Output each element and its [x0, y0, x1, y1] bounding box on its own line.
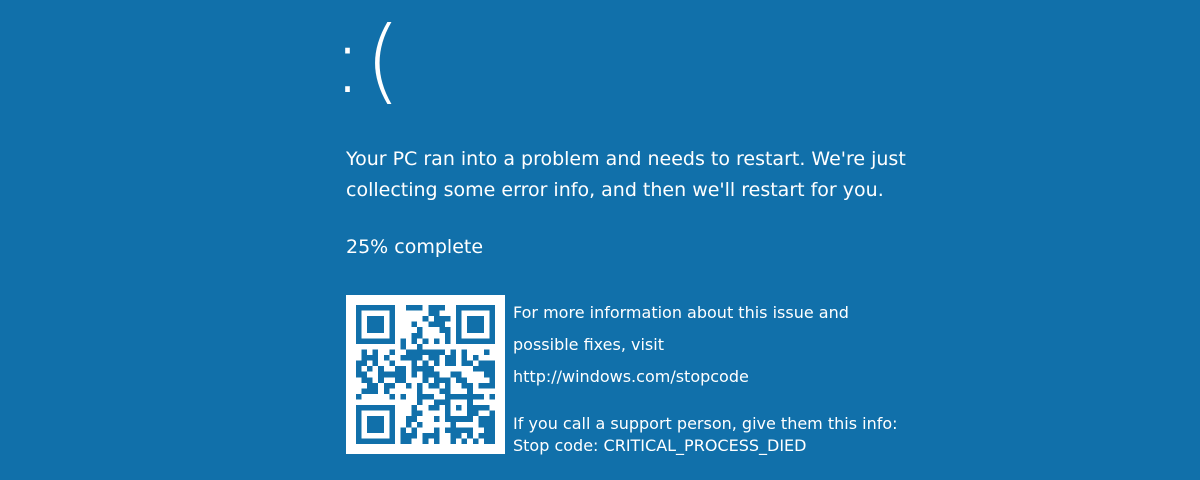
qr-code-graphic [356, 305, 495, 444]
qr-code-icon [346, 295, 505, 454]
error-message: Your PC ran into a problem and needs to … [346, 148, 906, 201]
info-line-2: possible fixes, visit [513, 335, 664, 354]
info-block: For more information about this issue an… [513, 297, 973, 457]
info-line-1: For more information about this issue an… [513, 303, 849, 322]
support-text: If you call a support person, give them … [513, 414, 898, 433]
blue-screen: :( Your PC ran into a problem and needs … [0, 0, 1200, 480]
sad-face: :( [332, 7, 403, 114]
progress-text: 25% complete [346, 236, 484, 258]
stop-code: Stop code: CRITICAL_PROCESS_DIED [513, 436, 807, 455]
stopcode-url: http://windows.com/stopcode [513, 367, 749, 386]
